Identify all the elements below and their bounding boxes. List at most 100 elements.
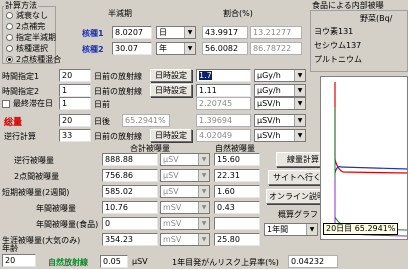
sum-natural-output: 1.60	[214, 185, 260, 198]
time-spec-dose-value: 1.7	[199, 71, 212, 80]
calc-method-option-label: 減衰なし	[16, 11, 48, 20]
calc-method-option-label: 2点補完	[16, 22, 46, 31]
half-life-unit-select[interactable]: 年 ▼	[156, 42, 196, 55]
sum-unit-select[interactable]: μSV ▼	[160, 185, 210, 198]
reverse-mid-label: 日前の放射線	[94, 132, 142, 141]
sum-natural-output: 15.60	[214, 153, 260, 166]
max-stay-days-input[interactable]: 1	[59, 97, 91, 110]
sum-row-label: 2点間被曝量	[14, 172, 60, 181]
sum-row-label: 逆行被曝量	[14, 156, 54, 165]
chevron-down-icon: ▼	[306, 224, 317, 235]
natural-radiation-label: 自然放射線	[48, 258, 88, 267]
half-life-unit-select[interactable]: 日 ▼	[156, 26, 196, 39]
sum-value-output: 10.76	[102, 201, 158, 214]
calc-method-option[interactable]: 2点核種混合	[6, 54, 61, 65]
nuclide-label: 核種2	[82, 45, 104, 54]
chevron-down-icon: ▼	[294, 130, 305, 141]
total-days-input[interactable]: 20	[59, 114, 91, 127]
total-dose-output: 1.39694	[196, 114, 251, 127]
half-life-unit-value: 日	[159, 28, 167, 37]
half-life-input[interactable]: 30.07	[112, 42, 152, 55]
sum-row-label: 年間被曝量	[36, 204, 76, 213]
sum-row-label: 年間被曝量(食品)	[36, 220, 99, 229]
natural-radiation-input[interactable]: 0.05	[100, 255, 128, 268]
sum-unit-select[interactable]: μSV ▼	[160, 169, 210, 182]
time-spec-dose-input[interactable]: 1.11	[196, 84, 251, 97]
ratio-header: 割合(%)	[223, 9, 253, 18]
graph-svg	[334, 82, 408, 237]
food-nuclide-label: ヨウ素131	[314, 27, 354, 36]
radio-icon[interactable]	[6, 12, 13, 19]
sum-unit-select[interactable]: μSV ▼	[160, 153, 210, 166]
sum-unit-value: μSV	[163, 187, 179, 196]
risk-output: 0.04232	[288, 255, 338, 268]
max-stay-checkbox[interactable]	[2, 99, 10, 108]
sum-unit-value: mSV	[163, 219, 182, 228]
sum-value-output: 888.88	[102, 153, 158, 166]
total-label: 総量	[4, 118, 23, 128]
radio-icon[interactable]	[6, 23, 13, 30]
half-life-input[interactable]: 8.0207	[112, 26, 152, 39]
max-stay-mid-label: 日前	[94, 100, 110, 109]
radio-icon[interactable]	[6, 56, 13, 63]
reverse-unit-select[interactable]: μSV/h ▼	[254, 129, 306, 142]
sum-unit-select[interactable]: mSV ▼	[160, 233, 210, 246]
reverse-datetime-button[interactable]: 日時設定	[150, 129, 192, 142]
half-life-header: 半減期	[108, 9, 132, 18]
go-site-button[interactable]: サイトへ行く	[268, 170, 326, 185]
time-spec-dose-input[interactable]: 1.7	[196, 69, 251, 82]
ratio-output: 43.9917	[202, 26, 248, 39]
chevron-down-icon: ▼	[294, 70, 305, 81]
max-stay-unit-select[interactable]: μSV/h ▼	[254, 97, 306, 110]
reverse-days-input[interactable]: 33	[59, 129, 91, 142]
time-spec-unit-select[interactable]: μGy/h ▼	[254, 84, 306, 97]
graph-period-value: 1年間	[267, 225, 289, 234]
chevron-down-icon: ▼	[184, 43, 195, 54]
sum-natural-output: 25.80	[214, 233, 260, 246]
sum-natural-output	[214, 217, 260, 230]
time-spec-days-input[interactable]: 1	[59, 84, 91, 97]
calc-method-option-label: 核種選択	[16, 44, 48, 53]
sum-unit-value: μSV	[163, 155, 179, 164]
natural-radiation-unit: μSV	[132, 257, 148, 266]
calc-method-option-label: 2点核種混合	[16, 55, 62, 64]
calc-method-option[interactable]: 減衰なし	[6, 10, 48, 21]
graph-period-select[interactable]: 1年間 ▼	[264, 223, 318, 236]
time-spec-label: 時間指定2	[2, 87, 40, 96]
calc-method-option[interactable]: 指定半減期	[6, 32, 56, 43]
online-manual-button[interactable]: オンライン説明書	[266, 189, 333, 204]
calc-method-option[interactable]: 2点補完	[6, 21, 45, 32]
datetime-set-button[interactable]: 日時設定	[150, 84, 192, 97]
sum-natural-output: 22.31	[214, 169, 260, 182]
total-unit-select[interactable]: μSV/h ▼	[254, 114, 306, 127]
chevron-down-icon: ▼	[198, 154, 209, 165]
sum-value-output: 354.23	[102, 233, 158, 246]
chevron-down-icon: ▼	[294, 98, 305, 109]
sum-value-output: 585.02	[102, 185, 158, 198]
age-label: 年齢	[2, 244, 18, 253]
age-input[interactable]: 20	[2, 254, 36, 267]
time-spec-days-input[interactable]: 20	[59, 69, 91, 82]
nuclide-label: 核種1	[82, 29, 104, 38]
food-header: 野菜(Bq/	[360, 14, 393, 23]
graph-red-line	[334, 82, 408, 174]
reverse-label: 逆行計算	[4, 132, 36, 141]
time-spec-mid-label: 日前の放射線	[94, 87, 142, 96]
sum-natural-output: 0.43	[214, 201, 260, 214]
calc-method-option[interactable]: 核種選択	[6, 43, 48, 54]
time-spec-unit-select[interactable]: μGy/h ▼	[254, 69, 306, 82]
ratio-secondary-output: 13.21277	[250, 26, 302, 39]
calc-method-option-label: 指定半減期	[16, 33, 56, 42]
sum-unit-select[interactable]: mSV ▼	[160, 217, 210, 230]
ratio-output: 56.0082	[202, 42, 248, 55]
radio-icon[interactable]	[6, 34, 13, 41]
chevron-down-icon: ▼	[198, 218, 209, 229]
datetime-set-button[interactable]: 日時設定	[150, 69, 192, 82]
total-percent-output: 65.2941%	[122, 114, 170, 127]
radio-icon[interactable]	[6, 45, 13, 52]
chevron-down-icon: ▼	[294, 115, 305, 126]
time-spec-unit-value: μGy/h	[257, 86, 281, 95]
sum-unit-select[interactable]: mSV ▼	[160, 201, 210, 214]
half-life-unit-value: 年	[159, 44, 167, 53]
sum-unit-value: mSV	[163, 203, 182, 212]
